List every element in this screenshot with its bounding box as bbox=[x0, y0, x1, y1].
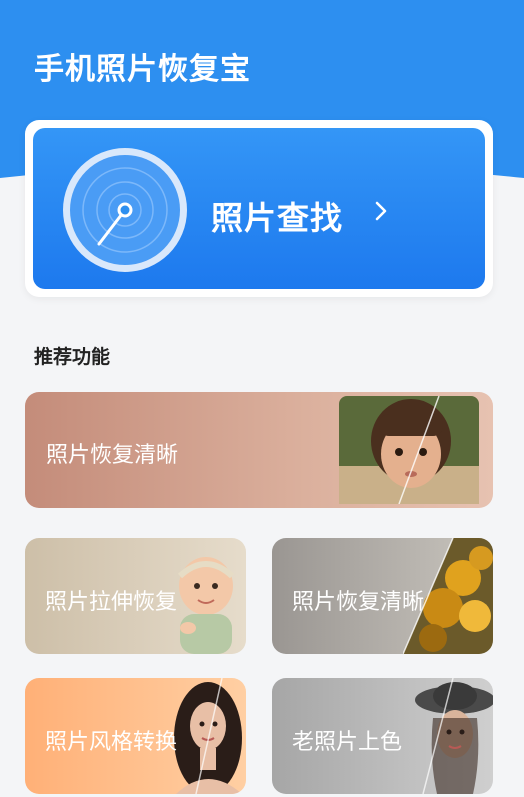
app-title: 手机照片恢复宝 bbox=[34, 52, 251, 87]
chevron-right-icon bbox=[375, 201, 387, 221]
radar-icon bbox=[63, 148, 187, 272]
feature-label: 照片恢复清晰 bbox=[292, 590, 425, 615]
feature-style-transfer-card[interactable]: 照片风格转换 bbox=[25, 678, 246, 794]
photo-search-label: 照片查找 bbox=[211, 199, 344, 237]
child-portrait-image bbox=[339, 396, 479, 504]
feature-label: 照片拉伸恢复 bbox=[45, 590, 178, 615]
baby-image bbox=[177, 557, 235, 654]
photo-search-button[interactable]: 照片查找 bbox=[33, 128, 485, 289]
feature-colorize-card[interactable]: 老照片上色 bbox=[272, 678, 493, 794]
search-card-frame: 照片查找 bbox=[25, 120, 493, 297]
feature-label: 照片风格转换 bbox=[45, 730, 178, 755]
woman-portrait-image bbox=[174, 678, 242, 794]
feature-photo-stretch-card[interactable]: 照片拉伸恢复 bbox=[25, 538, 246, 654]
feature-label: 照片恢复清晰 bbox=[46, 443, 179, 468]
feature-photo-clarity-card[interactable]: 照片恢复清晰 bbox=[272, 538, 493, 654]
feature-label: 老照片上色 bbox=[292, 730, 403, 755]
hat-woman-portrait-image bbox=[415, 678, 493, 794]
section-title: 推荐功能 bbox=[34, 346, 111, 368]
feature-photo-enhance-card[interactable]: 照片恢复清晰 bbox=[25, 392, 493, 508]
